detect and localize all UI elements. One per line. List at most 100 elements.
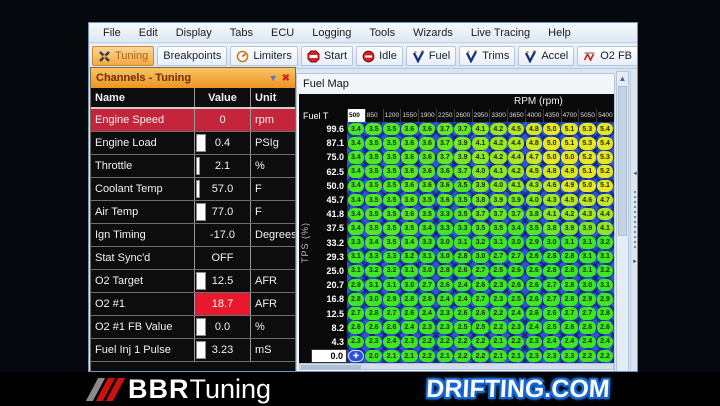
map-cell[interactable]: 2.6 (472, 278, 490, 292)
map-cell[interactable]: 2.2 (489, 306, 507, 320)
map-cell[interactable]: 3.4 (418, 221, 436, 235)
tps-row-label[interactable]: 12.5 (311, 306, 347, 320)
map-cell[interactable]: 5.1 (561, 122, 579, 136)
map-cell[interactable]: 2.9 (383, 292, 401, 306)
map-cell[interactable]: 4.5 (561, 193, 579, 207)
map-cell[interactable]: 3.4 (347, 165, 365, 179)
channel-value[interactable]: 2.1 (195, 155, 251, 177)
map-cell[interactable]: 3.3 (436, 207, 454, 221)
map-cell[interactable]: 3.4 (347, 193, 365, 207)
map-cell[interactable]: 2.4 (383, 335, 401, 349)
map-cell[interactable]: 3.7 (436, 136, 454, 150)
map-cell[interactable]: 2.2 (454, 335, 472, 349)
map-cell[interactable]: 2.3 (418, 321, 436, 335)
channel-value[interactable]: 0 (195, 109, 251, 131)
map-cell[interactable]: 2.7 (561, 306, 579, 320)
channel-row-throttle[interactable]: Throttle2.1% (91, 155, 295, 178)
map-cell[interactable]: 3.5 (525, 221, 543, 235)
rpm-col-header[interactable]: 2250 (436, 109, 454, 122)
channel-row-coolant-temp[interactable]: Coolant Temp57.0F (91, 178, 295, 201)
tps-row-label[interactable]: 50.0 (311, 179, 347, 193)
channel-value[interactable]: 0.0 (195, 316, 251, 338)
rpm-col-header[interactable]: 5050 (578, 109, 596, 122)
rpm-col-header[interactable]: 2950 (472, 109, 490, 122)
tps-row-label[interactable]: 87.1 (311, 136, 347, 150)
map-cell[interactable]: 3.0 (436, 250, 454, 264)
map-hscroll-thumb[interactable] (301, 365, 361, 369)
tps-row-label[interactable]: 4.3 (311, 335, 347, 349)
map-cell[interactable]: 2.5 (454, 321, 472, 335)
map-cell[interactable]: 3.5 (489, 221, 507, 235)
map-cell[interactable]: 2.3 (436, 321, 454, 335)
map-cell[interactable]: 4.1 (489, 165, 507, 179)
channel-value[interactable]: OFF (195, 247, 251, 269)
map-cell[interactable]: 3.6 (418, 179, 436, 193)
map-cell[interactable]: 3.5 (454, 193, 472, 207)
map-cell[interactable]: ✚ (347, 349, 365, 363)
map-cell[interactable]: 3.2 (596, 264, 614, 278)
map-cell[interactable]: 3.4 (365, 236, 383, 250)
map-cell[interactable]: 3.4 (507, 221, 525, 235)
map-cell[interactable]: 2.6 (525, 264, 543, 278)
tps-row-label[interactable]: 8.2 (311, 321, 347, 335)
map-cell[interactable]: 3.4 (400, 236, 418, 250)
map-cell[interactable]: 3.0 (507, 236, 525, 250)
map-cell[interactable]: 3.0 (418, 264, 436, 278)
map-cell[interactable]: 3.3 (383, 250, 401, 264)
tps-row-label[interactable]: 0.0 (311, 349, 347, 363)
map-cell[interactable]: 2.8 (543, 250, 561, 264)
map-cell[interactable]: 2.7 (578, 306, 596, 320)
map-cell[interactable]: 3.2 (383, 264, 401, 278)
map-cell[interactable]: 2.1 (436, 349, 454, 363)
panel-close-icon[interactable]: ✖ (282, 73, 290, 84)
channel-value[interactable]: 57.0 (195, 178, 251, 200)
map-cell[interactable]: 3.5 (365, 207, 383, 221)
map-cell[interactable]: 2.2 (507, 335, 525, 349)
map-cell[interactable]: 2.4 (561, 335, 579, 349)
map-cell[interactable]: 4.2 (489, 136, 507, 150)
map-cell[interactable]: 3.6 (418, 122, 436, 136)
channel-row-engine-speed[interactable]: Engine Speed0rpm (91, 109, 295, 132)
map-cell[interactable]: 4.2 (489, 122, 507, 136)
splitter-left-icon[interactable]: ◄ (631, 171, 638, 177)
map-cell[interactable]: 2.8 (454, 250, 472, 264)
map-cell[interactable]: 2.1 (383, 349, 401, 363)
map-cell[interactable]: 3.1 (347, 264, 365, 278)
map-cell[interactable]: 3.9 (561, 221, 579, 235)
channel-value[interactable]: 12.5 (195, 270, 251, 292)
panel-pin-icon[interactable]: ▾ (271, 73, 276, 84)
map-cell[interactable]: 2.4 (454, 278, 472, 292)
channel-value[interactable]: 3.23 (195, 339, 251, 361)
map-cell[interactable]: 2.3 (507, 321, 525, 335)
tps-row-label[interactable]: 16.8 (311, 292, 347, 306)
map-cell[interactable]: 2.1 (489, 349, 507, 363)
map-cell[interactable]: 5.4 (596, 136, 614, 150)
map-cell[interactable]: 2.8 (400, 292, 418, 306)
rpm-col-header[interactable]: 3300 (489, 109, 507, 122)
tps-row-label[interactable]: 20.7 (311, 278, 347, 292)
map-cell[interactable]: 3.6 (400, 150, 418, 164)
map-cell[interactable]: 4.3 (525, 179, 543, 193)
tab-idle[interactable]: Idle (356, 46, 403, 66)
map-cell[interactable]: 2.6 (365, 321, 383, 335)
map-cell[interactable]: 4.6 (543, 179, 561, 193)
map-cell[interactable]: 3.9 (507, 193, 525, 207)
map-cell[interactable]: 3.7 (436, 122, 454, 136)
map-cell[interactable]: 3.3 (454, 221, 472, 235)
map-cell[interactable]: 2.4 (436, 292, 454, 306)
map-cell[interactable]: 4.9 (561, 179, 579, 193)
menu-item-display[interactable]: Display (168, 25, 220, 41)
map-cell[interactable]: 3.4 (347, 221, 365, 235)
channel-value[interactable]: -17.0 (195, 224, 251, 246)
map-cell[interactable]: 2.7 (472, 264, 490, 278)
map-cell[interactable]: 2.6 (525, 306, 543, 320)
map-cell[interactable]: 5.3 (578, 122, 596, 136)
map-cell[interactable]: 2.3 (561, 349, 579, 363)
map-cell[interactable]: 4.8 (543, 165, 561, 179)
map-cell[interactable]: 2.7 (543, 278, 561, 292)
map-cell[interactable]: 3.5 (383, 207, 401, 221)
map-cell[interactable]: 3.0 (365, 292, 383, 306)
map-cell[interactable]: 5.3 (596, 150, 614, 164)
map-cell[interactable]: 3.8 (472, 193, 490, 207)
map-cell[interactable]: 3.5 (383, 193, 401, 207)
